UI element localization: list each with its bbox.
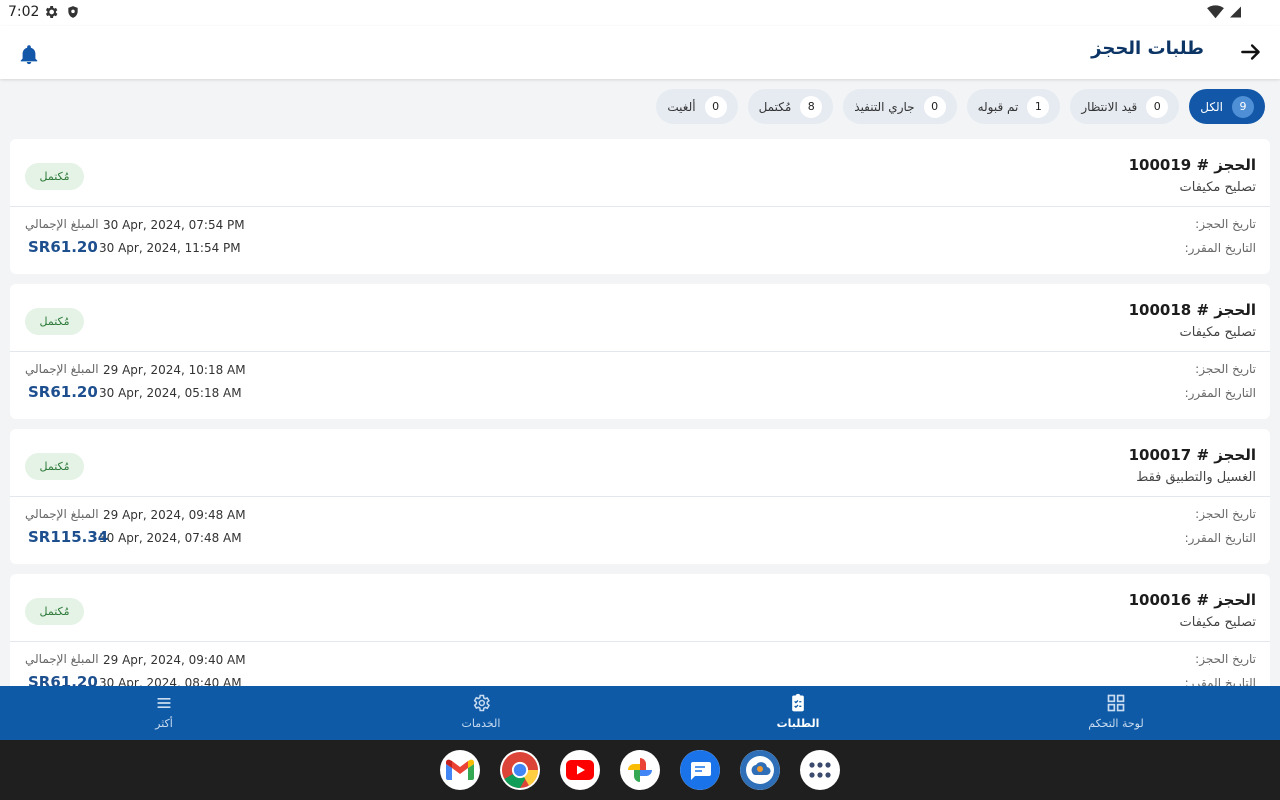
booking-date-value: 30 Apr, 2024, 07:54 PM — [103, 218, 245, 232]
total-amount-label: المبلغ الإجمالي — [25, 507, 99, 521]
page-title: طلبات الحجز — [1091, 38, 1204, 59]
booking-service: تصليح مكيفات — [1179, 325, 1256, 340]
app-drawer-icon[interactable] — [800, 750, 840, 790]
nav-label: الخدمات — [461, 717, 501, 730]
gear-icon — [45, 6, 58, 18]
status-badge: مُكتمل — [25, 453, 84, 480]
booking-date-label: تاريخ الحجز: — [1195, 507, 1256, 521]
nav-item-orders[interactable]: الطلبات — [718, 686, 878, 740]
booking-number: الحجز # 100019 — [1128, 156, 1256, 174]
filter-chip-count: 0 — [704, 95, 727, 118]
app-bar: طلبات الحجز — [0, 26, 1280, 79]
status-badge: مُكتمل — [25, 163, 84, 190]
scheduled-date-value: 30 Apr, 2024, 08:40 AM — [99, 676, 242, 686]
status-filter-bar: الكل 9 قيد الانتظار 0 تم قبوله 1 جاري ال… — [656, 89, 1265, 124]
system-dock — [0, 740, 1280, 800]
booking-service: تصليح مكيفات — [1179, 615, 1256, 630]
filter-chip-label: مُكتمل — [758, 99, 792, 114]
booking-date-label: تاريخ الحجز: — [1195, 652, 1256, 666]
filter-chip-count: 0 — [1146, 95, 1169, 118]
bottom-nav: لوحة التحكم الطلبات الخدمات أكثر — [0, 686, 1280, 740]
booking-card-header — [10, 139, 1270, 207]
messages-icon[interactable] — [680, 750, 720, 790]
filter-chip-accepted[interactable]: تم قبوله 1 — [966, 89, 1061, 124]
total-amount-value: SR115.34 — [28, 528, 109, 546]
total-amount-value: SR61.20 — [28, 383, 98, 401]
booking-number: الحجز # 100016 — [1128, 591, 1256, 609]
back-button[interactable] — [1238, 39, 1264, 65]
gear-icon — [473, 694, 490, 712]
scheduled-date-value: 30 Apr, 2024, 07:48 AM — [99, 531, 242, 545]
booking-date-value: 29 Apr, 2024, 09:40 AM — [103, 653, 246, 667]
bell-icon — [20, 45, 38, 65]
booking-service: الغسيل والتطبيق فقط — [1136, 470, 1256, 485]
total-amount-label: المبلغ الإجمالي — [25, 217, 99, 231]
booking-number: الحجز # 100018 — [1128, 301, 1256, 319]
scheduled-date-value: 30 Apr, 2024, 05:18 AM — [99, 386, 242, 400]
booking-date-label: تاريخ الحجز: — [1195, 217, 1256, 231]
scheduled-date-label: التاريخ المقرر: — [1184, 676, 1256, 686]
gmail-icon[interactable] — [440, 750, 480, 790]
booking-date-value: 29 Apr, 2024, 09:48 AM — [103, 508, 246, 522]
app-icon[interactable] — [740, 750, 780, 790]
filter-chip-label: قيد الانتظار — [1081, 99, 1138, 114]
booking-service: تصليح مكيفات — [1179, 180, 1256, 195]
dashboard-icon — [1107, 694, 1125, 712]
arrow-right-icon — [1241, 44, 1260, 60]
shield-icon — [68, 6, 78, 18]
booking-card-header — [10, 574, 1270, 642]
filter-chip-count: 8 — [800, 95, 823, 118]
total-amount-value: SR61.20 — [28, 673, 98, 686]
scheduled-date-value: 30 Apr, 2024, 11:54 PM — [99, 241, 241, 255]
scheduled-date-label: التاريخ المقرر: — [1184, 386, 1256, 400]
nav-label: لوحة التحكم — [1088, 717, 1144, 730]
filter-chip-label: جاري التنفيذ — [854, 99, 915, 114]
status-badge: مُكتمل — [25, 598, 84, 625]
status-badge: مُكتمل — [25, 308, 84, 335]
booking-date-label: تاريخ الحجز: — [1195, 362, 1256, 376]
clipboard-icon — [792, 693, 804, 712]
filter-chip-count: 0 — [923, 95, 946, 118]
filter-chip-cancelled[interactable]: ألغيت 0 — [656, 89, 738, 124]
filter-chip-completed[interactable]: مُكتمل 8 — [747, 89, 834, 124]
nav-label: الطلبات — [776, 717, 820, 730]
booking-card[interactable]: الحجز # 100016 تصليح مكيفات مُكتمل تاريخ… — [10, 574, 1270, 686]
scheduled-date-label: التاريخ المقرر: — [1184, 241, 1256, 255]
nav-label: أكثر — [155, 717, 173, 730]
total-amount-value: SR61.20 — [28, 238, 98, 256]
booking-date-value: 29 Apr, 2024, 10:18 AM — [103, 363, 246, 377]
status-bar: 7:02 — [0, 0, 1280, 26]
booking-card[interactable]: الحجز # 100018 تصليح مكيفات مُكتمل تاريخ… — [10, 284, 1270, 419]
menu-icon — [157, 698, 171, 708]
scheduled-date-label: التاريخ المقرر: — [1184, 531, 1256, 545]
filter-chip-pending[interactable]: قيد الانتظار 0 — [1070, 89, 1180, 124]
filter-chip-count: 1 — [1027, 95, 1050, 118]
booking-card[interactable]: الحجز # 100017 الغسيل والتطبيق فقط مُكتم… — [10, 429, 1270, 564]
notifications-button[interactable] — [18, 44, 40, 66]
filter-chip-all[interactable]: الكل 9 — [1189, 89, 1265, 124]
battery-icon — [1230, 6, 1241, 18]
filter-chip-label: الكل — [1200, 99, 1223, 114]
wifi-icon — [1207, 5, 1224, 19]
filter-chip-count: 9 — [1232, 95, 1254, 118]
chrome-icon[interactable] — [500, 750, 540, 790]
nav-item-more[interactable]: أكثر — [84, 686, 244, 740]
booking-card-header — [10, 284, 1270, 352]
filter-chip-label: تم قبوله — [977, 99, 1019, 114]
total-amount-label: المبلغ الإجمالي — [25, 362, 99, 376]
booking-number: الحجز # 100017 — [1128, 446, 1256, 464]
booking-card[interactable]: الحجز # 100019 تصليح مكيفات مُكتمل تاريخ… — [10, 139, 1270, 274]
nav-item-services[interactable]: الخدمات — [401, 686, 561, 740]
status-time: 7:02 — [8, 4, 40, 20]
youtube-icon[interactable] — [560, 750, 600, 790]
photos-icon[interactable] — [620, 750, 660, 790]
total-amount-label: المبلغ الإجمالي — [25, 652, 99, 666]
booking-list[interactable]: الحجز # 100019 تصليح مكيفات مُكتمل تاريخ… — [10, 139, 1270, 686]
filter-chip-label: ألغيت — [667, 99, 696, 114]
nav-item-dashboard[interactable]: لوحة التحكم — [1036, 686, 1196, 740]
booking-card-header — [10, 429, 1270, 497]
filter-chip-in-progress[interactable]: جاري التنفيذ 0 — [843, 89, 957, 124]
